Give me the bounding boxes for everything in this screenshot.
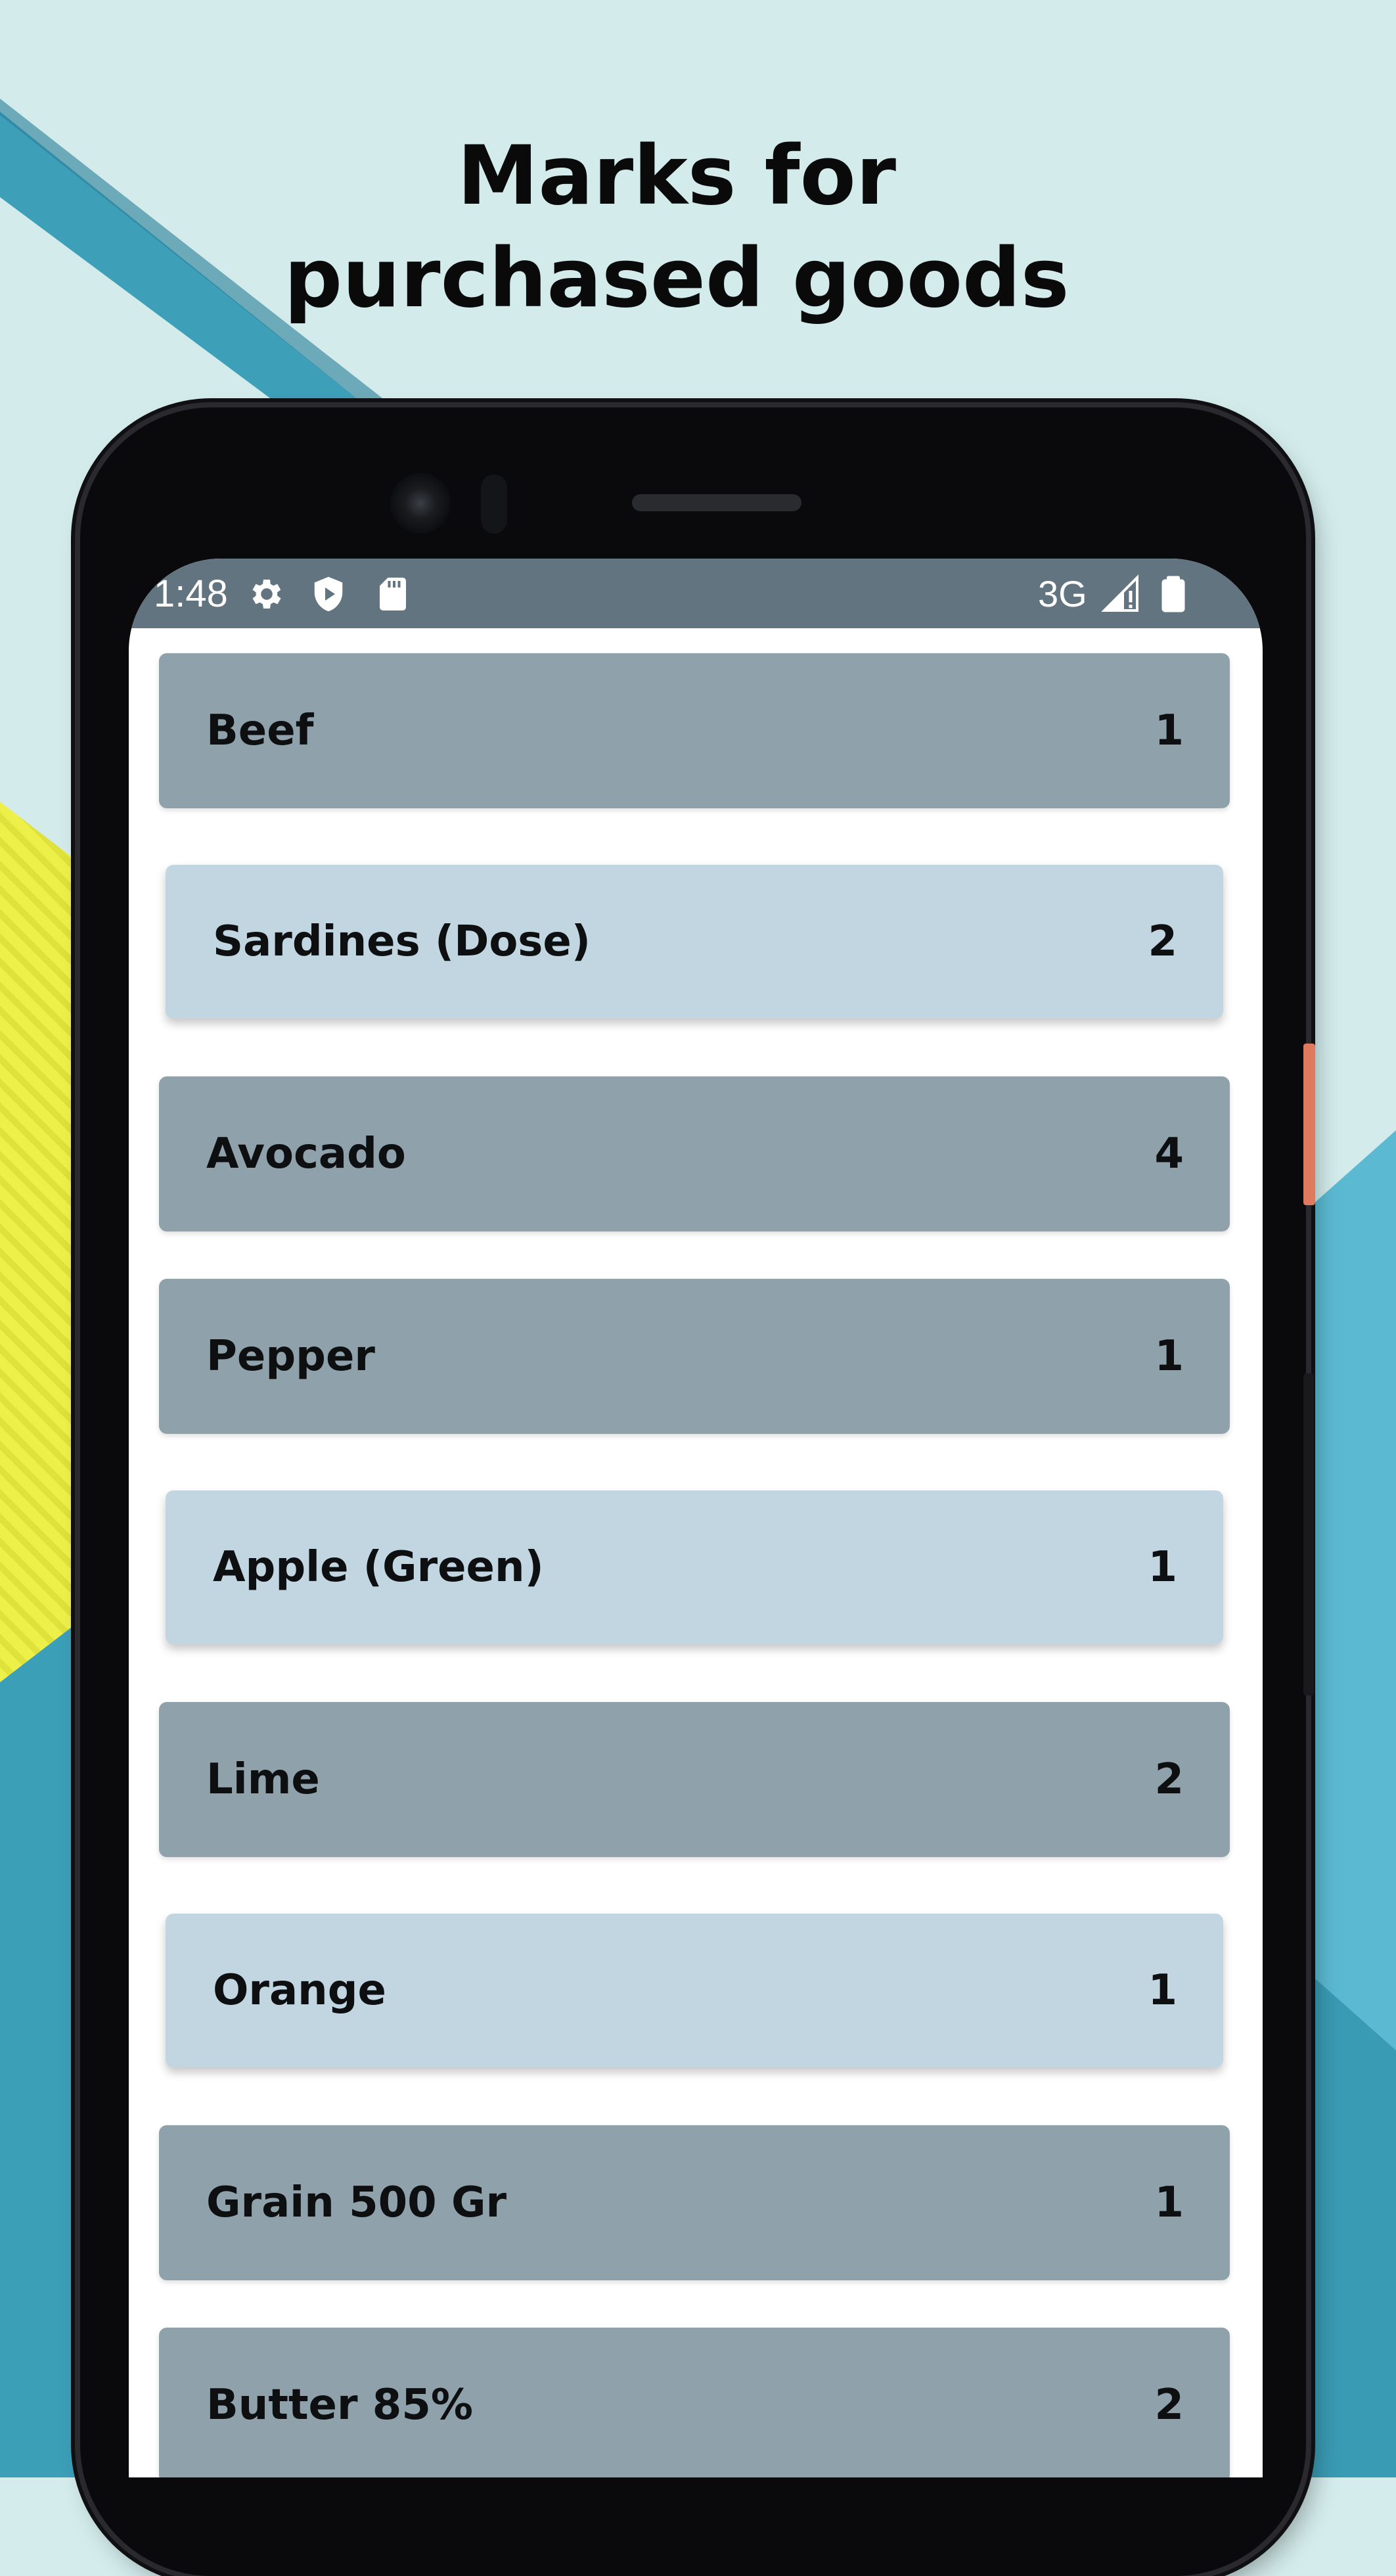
item-count: 1 [1154, 1332, 1184, 1381]
promo-headline: Marks for purchased goods [0, 125, 1353, 330]
power-button [1303, 1044, 1315, 1205]
signal-icon [1101, 574, 1138, 612]
list-item[interactable]: Beef 1 [159, 653, 1230, 808]
list-item[interactable]: Pepper 1 [159, 1279, 1230, 1434]
status-time: 1:48 [154, 572, 228, 615]
earpiece-speaker [632, 494, 801, 511]
network-type: 3G [1038, 573, 1087, 614]
item-count: 1 [1154, 2178, 1184, 2227]
phone-screen: 1:48 3G Beef 1 Sardines (Dose) 2 Avocado… [129, 559, 1263, 2477]
volume-button [1303, 1373, 1314, 1695]
item-count: 4 [1154, 1130, 1184, 1178]
promo-headline-line1: Marks for [457, 129, 896, 223]
item-count: 1 [1148, 1543, 1177, 1592]
gear-icon [252, 580, 281, 609]
item-name: Butter 85% [206, 2381, 473, 2429]
shield-play-icon [314, 576, 343, 612]
list-item[interactable]: Orange 1 [166, 1914, 1223, 2067]
status-bar: 1:48 3G [129, 559, 1263, 628]
item-name: Apple (Green) [213, 1543, 544, 1592]
proximity-sensor [481, 474, 507, 534]
item-name: Avocado [206, 1130, 406, 1178]
item-name: Beef [206, 706, 314, 755]
item-name: Pepper [206, 1332, 375, 1381]
list-item[interactable]: Sardines (Dose) 2 [166, 865, 1223, 1019]
promo-headline-line2: purchased goods [284, 231, 1070, 326]
list-item[interactable]: Lime 2 [159, 1702, 1230, 1857]
battery-icon [1161, 576, 1185, 612]
item-name: Grain 500 Gr [206, 2178, 507, 2227]
item-name: Orange [213, 1966, 386, 2015]
item-count: 2 [1154, 1755, 1184, 1804]
item-count: 1 [1154, 706, 1184, 755]
front-camera [390, 473, 451, 534]
item-count: 2 [1148, 917, 1177, 966]
list-item[interactable]: Apple (Green) 1 [166, 1490, 1223, 1644]
list-item[interactable]: Grain 500 Gr 1 [159, 2125, 1230, 2280]
item-count: 2 [1154, 2381, 1184, 2429]
sd-card-icon [380, 578, 406, 610]
list-item[interactable]: Avocado 4 [159, 1076, 1230, 1231]
item-count: 1 [1148, 1966, 1177, 2015]
item-name: Lime [206, 1755, 320, 1804]
item-name: Sardines (Dose) [213, 917, 591, 966]
list-item[interactable]: Butter 85% 2 [159, 2328, 1230, 2477]
